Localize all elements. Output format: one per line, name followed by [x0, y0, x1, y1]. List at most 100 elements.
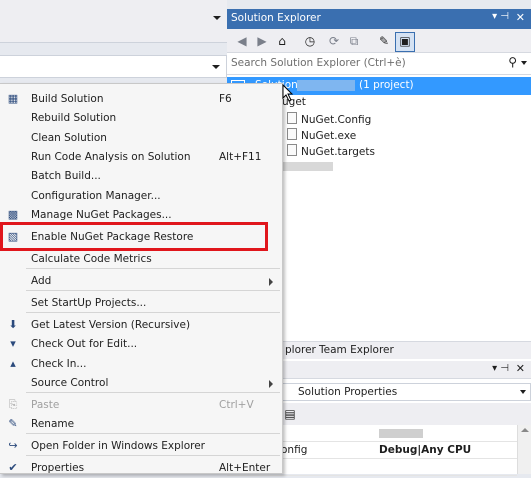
menu-separator — [26, 290, 280, 291]
menu-item-run-code-analysis[interactable]: Run Code Analysis on Solution Alt+F11 — [0, 147, 282, 167]
menu-item-build-solution[interactable]: ▦ Build Solution F6 — [0, 89, 282, 109]
menu-item-properties[interactable]: ✔ Properties Alt+Enter — [0, 458, 282, 478]
chevron-down-icon[interactable] — [212, 65, 220, 69]
pin-icon[interactable]: ▾ ⊣ — [492, 11, 509, 22]
collapse-all-icon[interactable]: ⧉ — [345, 32, 363, 50]
forward-icon[interactable]: ▶ — [253, 32, 271, 50]
chevron-down-icon[interactable] — [521, 61, 527, 65]
tab-solution-explorer[interactable]: plorer — [285, 344, 316, 356]
menu-item-source-control[interactable]: Source Control — [0, 373, 282, 393]
highlight-annotation — [0, 222, 268, 251]
mouse-cursor-icon — [282, 84, 294, 102]
refresh-icon[interactable]: ⟳ — [325, 32, 343, 50]
chevron-down-icon[interactable] — [520, 390, 526, 394]
menu-item-check-in[interactable]: ▴ Check In... — [0, 354, 282, 374]
menu-item-shortcut: Ctrl+V — [219, 399, 254, 411]
panel-title: Solution Explorer — [231, 12, 321, 24]
project-count: (1 project) — [359, 79, 414, 91]
menu-separator — [26, 268, 280, 269]
menu-item-label: Manage NuGet Packages... — [31, 209, 172, 221]
tab-team-explorer[interactable]: Team Explorer — [319, 344, 394, 356]
tree-node-file[interactable]: NuGet.targets — [287, 144, 375, 158]
home-icon[interactable]: ⌂ — [273, 32, 291, 50]
close-icon[interactable]: ✕ — [516, 362, 525, 375]
menu-separator — [26, 312, 280, 313]
pin-icon[interactable]: ▾ ⊣ — [492, 363, 509, 374]
menu-item-label: Clean Solution — [31, 132, 107, 144]
properties-wrench-icon[interactable]: ✎ — [375, 32, 393, 50]
menu-item-paste[interactable]: ⎘ Paste Ctrl+V — [0, 395, 282, 415]
tree-item-label: NuGet.exe — [301, 130, 357, 142]
menu-item-add[interactable]: Add — [0, 271, 282, 291]
menu-item-label: Batch Build... — [31, 170, 101, 182]
close-icon[interactable]: ✕ — [516, 11, 525, 24]
menu-separator — [26, 392, 280, 393]
navigation-combo[interactable] — [0, 55, 227, 78]
menu-item-label: Check In... — [31, 358, 87, 370]
paste-icon: ⎘ — [8, 398, 18, 411]
scroll-up-icon[interactable] — [521, 428, 529, 432]
menu-item-label: Rename — [31, 418, 75, 430]
show-all-files-icon[interactable]: ▣ — [395, 32, 415, 52]
build-icon: ▦ — [7, 92, 19, 105]
menu-item-label: Calculate Code Metrics — [31, 253, 152, 265]
tree-node-file[interactable]: NuGet.Config — [287, 112, 371, 126]
search-input[interactable]: Search Solution Explorer (Ctrl+è) — [231, 57, 406, 69]
tree-item-label: NuGet.targets — [301, 146, 375, 158]
menu-item-label: Configuration Manager... — [31, 190, 161, 202]
properties-icon: ✔ — [8, 461, 18, 474]
menu-item-batch-build[interactable]: Batch Build... — [0, 166, 282, 186]
menu-item-check-out-for-edit[interactable]: ▾ Check Out for Edit... — [0, 334, 282, 354]
menu-item-clean-solution[interactable]: Clean Solution — [0, 128, 282, 148]
nuget-icon: ▩ — [7, 208, 19, 221]
menu-item-label: Get Latest Version (Recursive) — [31, 319, 191, 331]
menu-item-open-folder[interactable]: ↪ Open Folder in Windows Explorer — [0, 436, 282, 456]
editor-tab-strip — [0, 0, 227, 43]
back-icon[interactable]: ◀ — [233, 32, 251, 50]
menu-item-label: Paste — [31, 399, 60, 411]
file-icon — [287, 112, 297, 124]
menu-item-calculate-code-metrics[interactable]: Calculate Code Metrics — [0, 249, 282, 269]
menu-item-shortcut: F6 — [219, 93, 232, 105]
menu-item-label: Build Solution — [31, 93, 104, 105]
menu-item-label: Rebuild Solution — [31, 112, 117, 124]
menu-item-label: Check Out for Edit... — [31, 338, 138, 350]
menu-item-label: Properties — [31, 462, 85, 474]
menu-item-label: Run Code Analysis on Solution — [31, 151, 191, 163]
menu-item-label: Add — [31, 275, 52, 287]
submenu-arrow-icon — [269, 278, 273, 286]
menu-separator — [26, 433, 280, 434]
get-latest-icon: ⬇ — [8, 318, 18, 331]
file-icon — [287, 144, 297, 156]
menu-item-rebuild-solution[interactable]: Rebuild Solution — [0, 108, 282, 128]
check-in-icon: ▴ — [10, 357, 16, 370]
properties-object-label: Solution Properties — [298, 386, 398, 398]
property-key: onfig — [281, 444, 308, 456]
menu-item-get-latest-version[interactable]: ⬇ Get Latest Version (Recursive) — [0, 315, 282, 335]
menu-item-label: Open Folder in Windows Explorer — [31, 440, 206, 452]
menu-item-label: Source Control — [31, 377, 109, 389]
chevron-down-icon[interactable] — [213, 16, 221, 20]
menu-item-rename[interactable]: ✎ Rename — [0, 414, 282, 434]
history-icon[interactable]: ◷ — [301, 32, 319, 50]
check-out-icon: ▾ — [10, 337, 16, 350]
search-box[interactable]: Search Solution Explorer (Ctrl+è) ⚲ — [227, 53, 531, 75]
scrollbar[interactable] — [517, 425, 531, 474]
rename-icon: ✎ — [8, 417, 18, 430]
menu-item-label: Set StartUp Projects... — [31, 297, 147, 309]
submenu-arrow-icon — [269, 380, 273, 388]
menu-item-set-startup-projects[interactable]: Set StartUp Projects... — [0, 293, 282, 313]
redacted-name — [297, 80, 355, 91]
solution-explorer-title-bar: Solution Explorer ▾ ⊣ ✕ — [227, 9, 531, 29]
menu-item-configuration-manager[interactable]: Configuration Manager... — [0, 186, 282, 206]
redacted-tree-node[interactable] — [283, 162, 333, 171]
redacted-value — [379, 429, 423, 438]
tree-item-label: NuGet.Config — [301, 114, 372, 126]
menu-item-shortcut: Alt+Enter — [219, 462, 271, 474]
menu-item-shortcut: Alt+F11 — [219, 151, 262, 163]
search-icon[interactable]: ⚲ — [508, 55, 517, 69]
solution-explorer-toolbar: ◀ ▶ ⌂ ◷ ⟳ ⧉ ✎ ▣ — [227, 29, 531, 53]
property-pages-icon[interactable]: ▤ — [281, 405, 299, 423]
open-folder-icon: ↪ — [8, 439, 18, 452]
tree-node-file[interactable]: NuGet.exe — [287, 128, 356, 142]
